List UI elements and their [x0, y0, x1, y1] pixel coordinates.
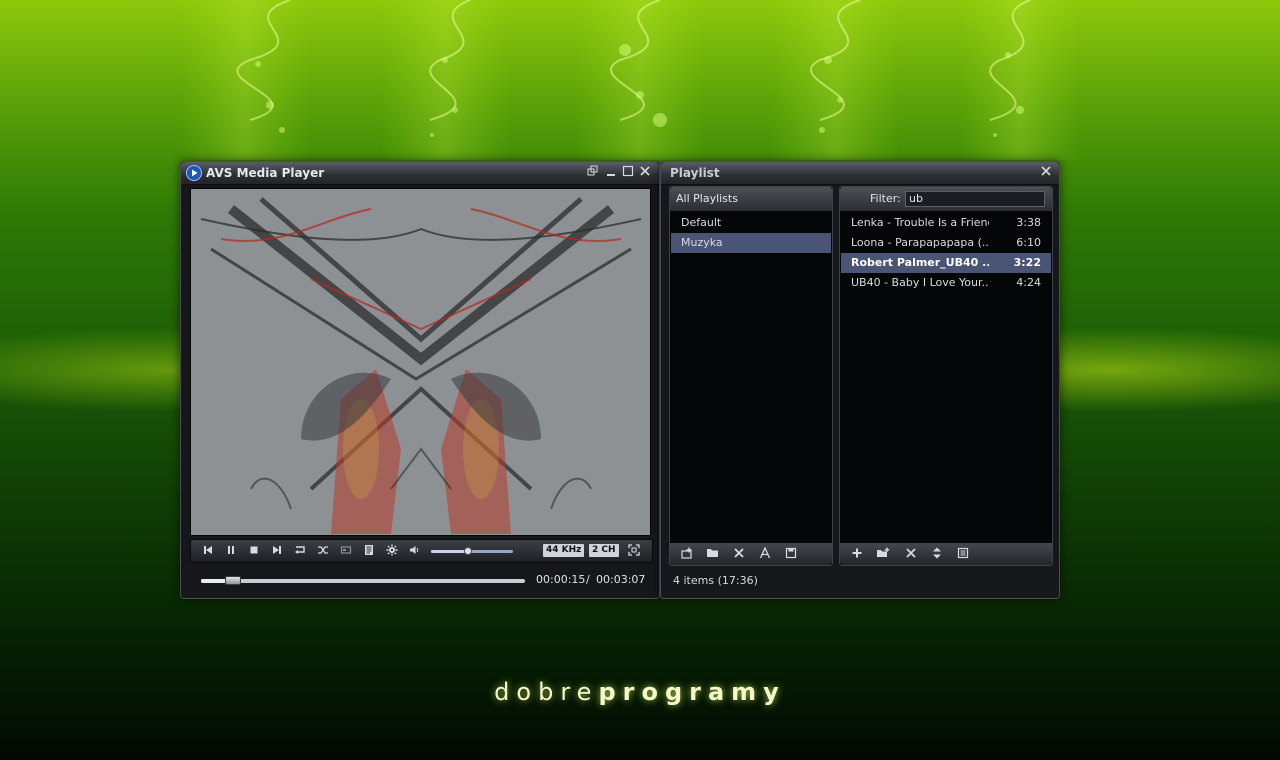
- playlist-item-default[interactable]: Default: [671, 213, 831, 233]
- total-time: 00:03:07: [596, 573, 646, 586]
- track-name: Lenka - Trouble Is a Friend: [851, 216, 989, 229]
- track-duration: 3:38: [1016, 216, 1041, 229]
- new-playlist-icon[interactable]: [680, 547, 694, 561]
- video-frame: [191, 189, 650, 535]
- playlist-icon[interactable]: [362, 544, 376, 558]
- next-icon[interactable]: [270, 544, 284, 558]
- playlists-panel: All Playlists Default Muzyka: [669, 186, 833, 566]
- shuffle-icon[interactable]: [316, 544, 330, 558]
- tracks-panel: Filter: Lenka - Trouble Is a Friend 3:38…: [839, 186, 1053, 566]
- playlist-item-muzyka[interactable]: Muzyka: [671, 233, 831, 253]
- track-duration: 3:22: [1013, 256, 1041, 269]
- volume-slider[interactable]: [431, 547, 513, 555]
- restore-icon[interactable]: [586, 165, 600, 179]
- playlist-window: Playlist All Playlists Default Muzyka Fi…: [660, 161, 1060, 599]
- all-playlists-label: All Playlists: [676, 192, 738, 205]
- track-duration: 6:10: [1016, 236, 1041, 249]
- volume-knob[interactable]: [463, 547, 472, 555]
- save-icon[interactable]: [784, 547, 798, 561]
- track-row[interactable]: Lenka - Trouble Is a Friend 3:38: [841, 213, 1051, 233]
- rename-icon[interactable]: [758, 546, 772, 561]
- filter-input[interactable]: [905, 191, 1045, 207]
- playlist-title: Playlist: [670, 166, 720, 180]
- playback-controls: 44 KHz 2 CH: [190, 539, 653, 563]
- track-name: Robert Palmer_UB40 ...: [851, 256, 989, 269]
- volume-icon[interactable]: [408, 544, 422, 558]
- screenshot-icon[interactable]: [339, 544, 353, 558]
- delete-playlist-icon[interactable]: [732, 547, 746, 561]
- track-row[interactable]: Loona - Parapapapapa (... 6:10: [841, 233, 1051, 253]
- filter-bar: Filter:: [840, 187, 1052, 211]
- track-row-playing[interactable]: Robert Palmer_UB40 ... 3:22: [841, 253, 1051, 273]
- stop-icon[interactable]: [247, 544, 261, 558]
- all-playlists-header[interactable]: All Playlists: [670, 187, 832, 211]
- track-info-icon[interactable]: [956, 547, 970, 561]
- video-display[interactable]: [190, 188, 651, 536]
- player-titlebar[interactable]: AVS Media Player: [181, 162, 659, 185]
- playlist-name: Default: [681, 216, 722, 229]
- seek-knob[interactable]: [225, 576, 242, 585]
- track-name: UB40 - Baby I Love Your...: [851, 276, 989, 289]
- player-title: AVS Media Player: [206, 166, 325, 180]
- playlist-name: Muzyka: [681, 236, 723, 249]
- playlist-status: 4 items (17:36): [673, 574, 758, 587]
- close-icon[interactable]: [638, 165, 652, 179]
- current-time: 00:00:15: [536, 573, 586, 586]
- add-file-icon[interactable]: [850, 547, 864, 561]
- playlists-toolbar: [670, 543, 832, 565]
- media-player-window: AVS Media Player 44 KHz 2 CH 00:00:15 / …: [180, 161, 660, 599]
- footer-logo: dobreprogramy: [0, 678, 1280, 706]
- remove-track-icon[interactable]: [904, 547, 918, 561]
- tracks-toolbar: [840, 543, 1052, 565]
- app-logo-icon: [186, 165, 202, 181]
- minimize-icon[interactable]: [604, 165, 618, 179]
- track-name: Loona - Parapapapapa (...: [851, 236, 989, 249]
- maximize-icon[interactable]: [621, 165, 635, 179]
- footer-logo-part2: programy: [598, 678, 786, 706]
- prev-icon[interactable]: [201, 544, 215, 558]
- sample-rate-badge: 44 KHz: [543, 544, 585, 557]
- playlist-close-icon[interactable]: [1039, 165, 1053, 179]
- repeat-icon[interactable]: [293, 544, 307, 558]
- open-folder-icon[interactable]: [706, 547, 720, 561]
- volume-fill: [431, 550, 468, 553]
- footer-logo-part1: dobre: [494, 678, 599, 706]
- track-row[interactable]: UB40 - Baby I Love Your... 4:24: [841, 273, 1051, 293]
- track-duration: 4:24: [1016, 276, 1041, 289]
- pause-icon[interactable]: [224, 544, 238, 558]
- seek-bar[interactable]: [201, 576, 525, 585]
- time-separator: /: [586, 573, 590, 586]
- playlist-titlebar[interactable]: Playlist: [661, 162, 1059, 185]
- settings-icon[interactable]: [385, 544, 399, 558]
- add-folder-icon[interactable]: [876, 547, 890, 561]
- channels-badge: 2 CH: [589, 544, 619, 557]
- sort-icon[interactable]: [930, 547, 944, 561]
- fullscreen-icon[interactable]: [627, 544, 641, 558]
- filter-label: Filter:: [870, 192, 901, 205]
